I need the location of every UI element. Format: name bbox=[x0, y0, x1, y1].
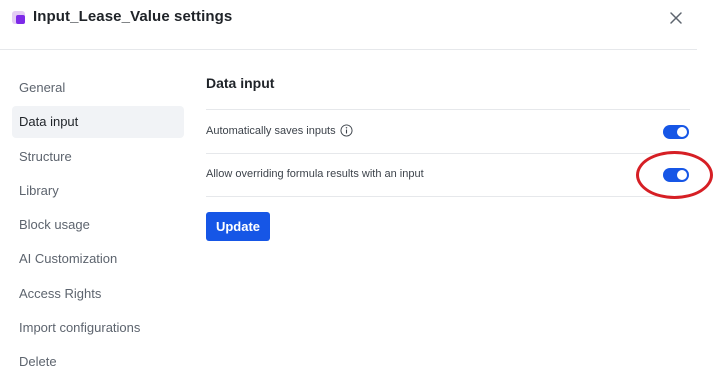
sidebar-item-access-rights[interactable]: Access Rights bbox=[12, 278, 184, 310]
close-icon bbox=[670, 12, 682, 24]
setting-row-allow-override: Allow overriding formula results with an… bbox=[206, 153, 690, 197]
sidebar-item-ai-customization[interactable]: AI Customization bbox=[12, 243, 184, 275]
update-button[interactable]: Update bbox=[206, 212, 270, 241]
settings-sidebar: General Data input Structure Library Blo… bbox=[12, 72, 184, 381]
sidebar-item-library[interactable]: Library bbox=[12, 175, 184, 207]
sidebar-item-import-configurations[interactable]: Import configurations bbox=[12, 312, 184, 344]
sidebar-item-data-input[interactable]: Data input bbox=[12, 106, 184, 139]
setting-row-auto-save: Automatically saves inputs bbox=[206, 109, 690, 153]
allow-override-toggle[interactable] bbox=[663, 168, 689, 182]
dialog-title: Input_Lease_Value settings bbox=[33, 8, 233, 25]
close-button[interactable] bbox=[666, 8, 686, 28]
sidebar-item-block-usage[interactable]: Block usage bbox=[12, 209, 184, 241]
info-icon[interactable] bbox=[340, 124, 353, 137]
setting-label-allow-override: Allow overriding formula results with an… bbox=[206, 168, 424, 180]
dialog-header: Input_Lease_Value settings bbox=[0, 0, 697, 50]
sidebar-item-delete[interactable]: Delete bbox=[12, 346, 184, 378]
sidebar-item-structure[interactable]: Structure bbox=[12, 141, 184, 173]
setting-label-auto-save: Automatically saves inputs bbox=[206, 124, 336, 137]
auto-save-toggle[interactable] bbox=[663, 125, 689, 139]
section-title: Data input bbox=[206, 75, 275, 91]
toggle-knob bbox=[677, 170, 687, 180]
block-icon bbox=[12, 11, 25, 24]
sidebar-item-general[interactable]: General bbox=[12, 72, 184, 104]
toggle-knob bbox=[677, 127, 687, 137]
